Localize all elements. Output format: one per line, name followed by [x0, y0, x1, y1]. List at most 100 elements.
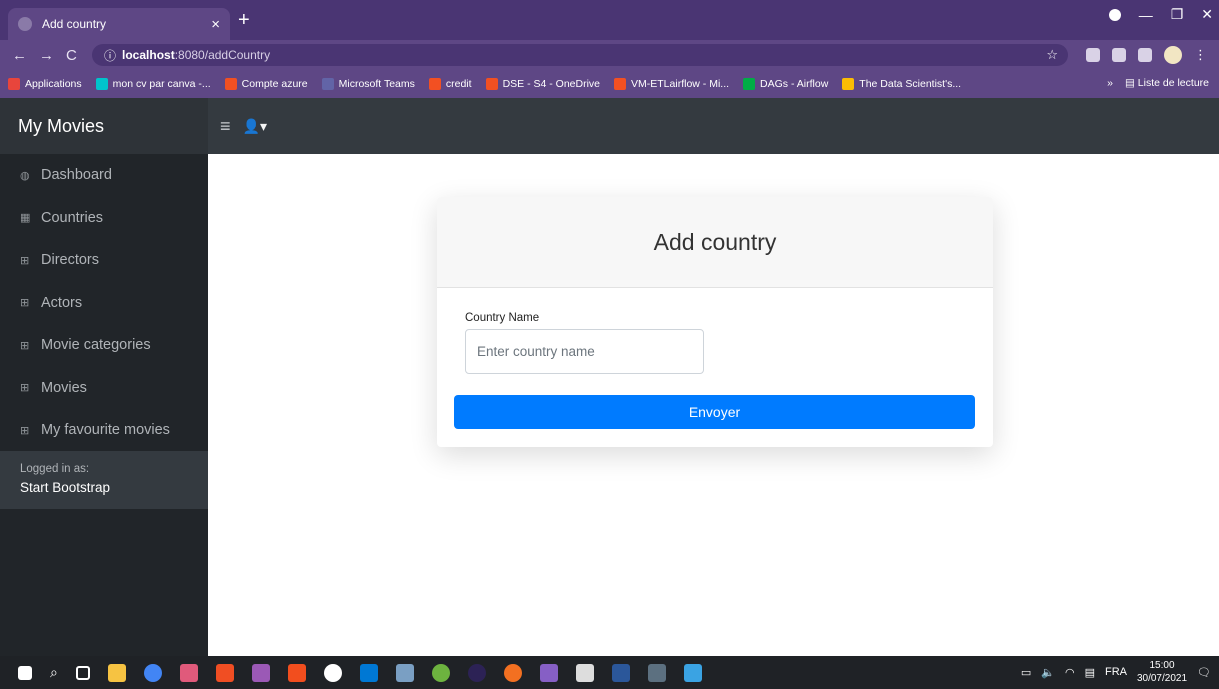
- sidebar-item-actors[interactable]: ⊞ Actors: [0, 282, 208, 325]
- tab-title: Add country: [42, 17, 107, 31]
- github-icon[interactable]: [323, 663, 342, 682]
- card-title: Add country: [437, 197, 993, 288]
- back-icon[interactable]: ←: [12, 47, 27, 64]
- bookmark-item[interactable]: credit: [428, 78, 472, 90]
- sidebar-item-directors[interactable]: ⊞ Directors: [0, 239, 208, 282]
- word-icon[interactable]: [611, 663, 630, 682]
- language-indicator[interactable]: FRA: [1105, 666, 1127, 678]
- bookmark-favicon-icon: [428, 78, 441, 90]
- bookmark-favicon-icon: [224, 78, 237, 90]
- sidebar-item-label: Countries: [41, 209, 104, 226]
- profile-avatar[interactable]: [1164, 46, 1182, 64]
- figma-icon[interactable]: [287, 663, 306, 682]
- reading-list-button[interactable]: ▤ Liste de lecture: [1125, 77, 1209, 89]
- user-dropdown-icon[interactable]: 👤▾: [243, 118, 267, 135]
- bookmark-favicon-icon: [743, 78, 756, 90]
- new-tab-button[interactable]: +: [238, 9, 250, 32]
- address-bar[interactable]: ⓘ localhost:8080/addCountry ☆: [92, 44, 1068, 66]
- country-name-input[interactable]: [465, 329, 704, 374]
- bookmark-item[interactable]: Microsoft Teams: [321, 78, 415, 90]
- network-icon[interactable]: ▤: [1085, 666, 1095, 679]
- bookmarks-bar: Applications mon cv par canva -... Compte …: [0, 70, 1219, 98]
- bookmark-favicon-icon: [614, 78, 627, 90]
- notifications-icon[interactable]: 🗨: [1197, 666, 1211, 679]
- bookmark-item[interactable]: Applications: [8, 78, 82, 90]
- sidebar-item-my-favourite-movies[interactable]: ⊞ My favourite movies: [0, 409, 208, 452]
- close-window-icon[interactable]: ✕: [1201, 6, 1213, 23]
- bookmark-item[interactable]: The Data Scientist's...: [842, 78, 961, 90]
- bookmark-star-icon[interactable]: ☆: [1046, 47, 1058, 63]
- bookmark-item[interactable]: Compte azure: [224, 78, 308, 90]
- vscode-icon[interactable]: [359, 663, 378, 682]
- app-icon[interactable]: [251, 663, 270, 682]
- bookmark-label: credit: [445, 78, 472, 90]
- extension-icon[interactable]: [1086, 48, 1100, 62]
- clock-date: 30/07/2021: [1136, 673, 1188, 684]
- bookmarks-right: » ▤ Liste de lecture: [1107, 77, 1209, 89]
- restore-icon[interactable]: ❐: [1171, 6, 1184, 23]
- browser-tabbar: Add country × + — ❐ ✕: [0, 0, 1219, 40]
- app-icon[interactable]: [647, 663, 666, 682]
- browser-tab[interactable]: Add country ×: [8, 8, 230, 40]
- spring-icon[interactable]: [431, 663, 450, 682]
- profile-indicator-icon[interactable]: [1108, 8, 1121, 21]
- bookmark-favicon-icon: [95, 78, 108, 90]
- file-explorer-icon[interactable]: [107, 663, 126, 682]
- bookmark-label: mon cv par canva -...: [112, 78, 211, 90]
- table-icon: ⊞: [20, 297, 30, 310]
- browser-toolbar: ← → C ⓘ localhost:8080/addCountry ☆ ⋮: [0, 40, 1219, 70]
- extension-icon[interactable]: [1112, 48, 1126, 62]
- postgres-icon[interactable]: [395, 663, 414, 682]
- menu-kebab-icon[interactable]: ⋮: [1194, 47, 1207, 63]
- system-tray: ▭ 🔈 ◠ ▤ FRA 15:00 30/07/2021 🗨: [1021, 659, 1211, 685]
- site-info-icon[interactable]: ⓘ: [104, 47, 116, 64]
- logged-in-user: Start Bootstrap: [20, 480, 111, 495]
- app-brand[interactable]: My Movies: [0, 98, 208, 154]
- task-view-icon[interactable]: [75, 665, 90, 680]
- clock[interactable]: 15:00 30/07/2021: [1137, 659, 1187, 685]
- tab-close-icon[interactable]: ×: [211, 16, 220, 33]
- sidebar-toggle-icon[interactable]: ≡: [220, 116, 231, 137]
- bookmarks-overflow-button[interactable]: »: [1107, 77, 1113, 89]
- wifi-icon[interactable]: ◠: [1065, 666, 1075, 679]
- search-icon[interactable]: ⌕: [50, 664, 58, 682]
- windows-taskbar: ⌕ ▭ 🔈 ◠ ▤ FRA 15:00 30/07/2021 🗨: [0, 656, 1219, 689]
- table-icon: ⊞: [20, 382, 30, 395]
- bookmark-item[interactable]: DAGs - Airflow: [743, 78, 828, 90]
- submit-button[interactable]: Envoyer: [454, 395, 975, 429]
- forward-icon[interactable]: →: [39, 47, 54, 64]
- table-icon: ⊞: [20, 424, 30, 437]
- windows-start-icon[interactable]: [18, 665, 32, 680]
- postman-icon[interactable]: [503, 663, 522, 682]
- add-country-card: Add country Country Name Envoyer: [437, 197, 993, 447]
- visual-studio-icon[interactable]: [539, 663, 558, 682]
- chart-area-icon: ▦: [20, 212, 31, 225]
- sidebar-item-dashboard[interactable]: ◍ Dashboard: [0, 154, 208, 197]
- sidebar-item-countries[interactable]: ▦ Countries: [0, 197, 208, 240]
- bookmark-item[interactable]: DSE - S4 - OneDrive: [485, 78, 600, 90]
- minimize-icon[interactable]: —: [1139, 7, 1153, 23]
- tab-favicon-icon: [18, 17, 32, 31]
- app-icon[interactable]: [179, 663, 198, 682]
- bookmark-label: Microsoft Teams: [338, 78, 415, 90]
- bookmark-label: The Data Scientist's...: [859, 78, 962, 90]
- virtualbox-icon[interactable]: [575, 663, 594, 682]
- photos-icon[interactable]: [683, 663, 702, 682]
- chrome-icon[interactable]: [143, 663, 162, 682]
- sidebar-item-movies[interactable]: ⊞ Movies: [0, 367, 208, 410]
- eclipse-icon[interactable]: [467, 663, 486, 682]
- logged-in-label: Logged in as:: [20, 463, 90, 475]
- bookmark-item[interactable]: VM-ETLairflow - Mi...: [614, 78, 729, 90]
- puzzle-icon[interactable]: [1138, 48, 1152, 62]
- bookmark-label: Compte azure: [241, 78, 308, 90]
- brave-icon[interactable]: [215, 663, 234, 682]
- sidebar-item-movie-categories[interactable]: ⊞ Movie categories: [0, 324, 208, 367]
- bookmark-item[interactable]: mon cv par canva -...: [95, 78, 211, 90]
- volume-icon[interactable]: 🔈: [1041, 666, 1055, 679]
- sidebar-item-label: Movies: [41, 379, 87, 396]
- battery-icon[interactable]: ▭: [1021, 666, 1031, 679]
- reload-icon[interactable]: C: [66, 47, 77, 64]
- table-icon: ⊞: [20, 254, 30, 267]
- url-host: localhost: [122, 48, 175, 62]
- url-path: :8080/addCountry: [174, 48, 271, 62]
